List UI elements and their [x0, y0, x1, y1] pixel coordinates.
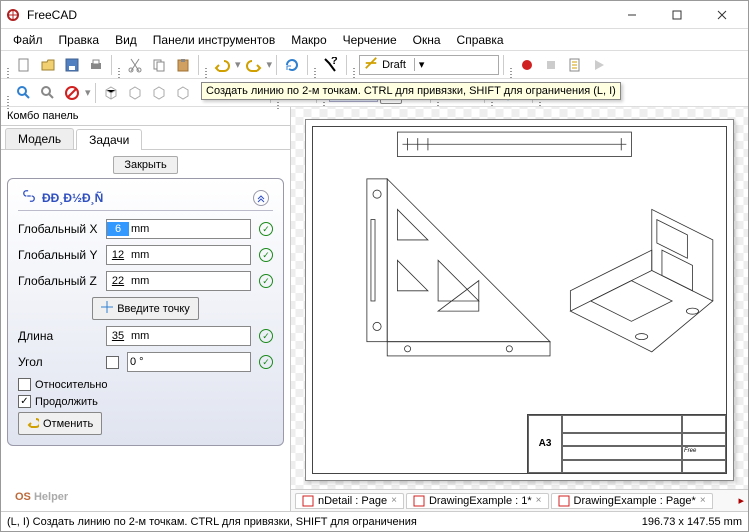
watermark: OS Helper	[15, 479, 68, 507]
view-front-button[interactable]	[124, 82, 146, 104]
menu-windows[interactable]: Окна	[405, 31, 449, 49]
close-button[interactable]	[699, 1, 744, 28]
check-icon[interactable]: ✓	[259, 222, 273, 236]
label-global-y: Глобальный Y	[18, 248, 102, 262]
save-button[interactable]	[61, 54, 83, 76]
menu-toolbars[interactable]: Панели инструментов	[145, 31, 283, 49]
maximize-button[interactable]	[654, 1, 699, 28]
combo-tabs: Модель Задачи	[1, 126, 290, 150]
paste-button[interactable]	[172, 54, 194, 76]
status-message: (L, I) Создать линию по 2-м точкам. CTRL…	[7, 516, 642, 528]
tabs-scroll-icon[interactable]: ▸	[738, 494, 744, 507]
label-global-x: Глобальный X	[18, 222, 102, 236]
app-icon	[5, 7, 21, 23]
menu-view[interactable]: Вид	[107, 31, 145, 49]
redo-button[interactable]	[243, 54, 265, 76]
workbench-label: Draft	[382, 59, 406, 71]
doctab-2[interactable]: DrawingExample : 1*×	[406, 493, 549, 509]
view-iso-button[interactable]	[100, 82, 122, 104]
angle-lock-checkbox[interactable]	[106, 356, 119, 369]
combo-title: Комбо панель	[1, 107, 290, 126]
check-icon[interactable]: ✓	[259, 355, 273, 369]
input-global-x[interactable]: 6mm	[106, 219, 251, 239]
input-angle[interactable]: 0 °	[127, 352, 251, 372]
close-tab-icon[interactable]: ×	[536, 495, 542, 506]
macro-stop-button[interactable]	[540, 54, 562, 76]
doctab-1[interactable]: nDetail : Page×	[295, 493, 404, 509]
task-close-button[interactable]: Закрыть	[113, 156, 177, 174]
main-area: Комбо панель Модель Задачи Закрыть ÐÐ¸Ð½…	[1, 107, 748, 511]
tooltip: Создать линию по 2-м точкам. CTRL для пр…	[201, 82, 621, 100]
toolbar-file: ▾ ▾ ? Draft ▾	[1, 51, 748, 79]
help-button[interactable]: ?	[320, 54, 342, 76]
task-title: ÐÐ¸Ð½Ð¸Ñ	[42, 191, 253, 205]
relative-checkbox[interactable]	[18, 378, 31, 391]
check-icon[interactable]: ✓	[259, 329, 273, 343]
macro-record-button[interactable]	[516, 54, 538, 76]
toolbar-view: ▾ ▾ Auto » ▾ » » » Создать линию по 2-м …	[1, 79, 748, 107]
copy-button[interactable]	[148, 54, 170, 76]
label-angle: Угол	[18, 355, 102, 369]
task-body: Закрыть ÐÐ¸Ð½Ð¸Ñ Глобальный X 6mm ✓ Глоб…	[1, 150, 290, 511]
view-right-button[interactable]	[172, 82, 194, 104]
status-coords: 196.73 x 147.55 mm	[642, 516, 742, 528]
continue-label: Продолжить	[35, 396, 98, 408]
zoom-select-button[interactable]	[37, 82, 59, 104]
close-tab-icon[interactable]: ×	[391, 495, 397, 506]
open-button[interactable]	[37, 54, 59, 76]
menu-drawing[interactable]: Черчение	[335, 31, 405, 49]
print-button[interactable]	[85, 54, 107, 76]
menubar: Файл Правка Вид Панели инструментов Макр…	[1, 29, 748, 51]
label-global-z: Глобальный Z	[18, 274, 102, 288]
no-entry-icon[interactable]	[61, 82, 83, 104]
label-length: Длина	[18, 329, 102, 343]
input-global-y[interactable]: 12mm	[106, 245, 251, 265]
statusbar: (L, I) Создать линию по 2-м точкам. CTRL…	[1, 511, 748, 531]
close-tab-icon[interactable]: ×	[700, 495, 706, 506]
enter-point-button[interactable]: Введите точку	[92, 297, 199, 320]
zoom-fit-button[interactable]	[13, 82, 35, 104]
draft-icon	[364, 56, 378, 73]
workbench-selector[interactable]: Draft ▾	[359, 55, 499, 75]
document-tabs: nDetail : Page× DrawingExample : 1*× Dra…	[291, 489, 748, 511]
menu-file[interactable]: Файл	[5, 31, 51, 49]
macro-list-button[interactable]	[564, 54, 586, 76]
drawing-sheet: A3 Free	[305, 119, 734, 481]
doctab-3[interactable]: DrawingExample : Page*×	[551, 493, 713, 509]
drawing-content	[316, 128, 723, 433]
svg-text:?: ?	[331, 57, 338, 67]
new-button[interactable]	[13, 54, 35, 76]
menu-macro[interactable]: Макро	[283, 31, 334, 49]
menu-edit[interactable]: Правка	[51, 31, 108, 49]
task-panel: ÐÐ¸Ð½Ð¸Ñ Глобальный X 6mm ✓ Глобальный Y…	[7, 178, 284, 446]
title-block: A3 Free	[527, 414, 727, 474]
drawing-viewport[interactable]: A3 Free nDetail : Page× DrawingExample :…	[291, 107, 748, 511]
check-icon[interactable]: ✓	[259, 274, 273, 288]
menu-help[interactable]: Справка	[449, 31, 512, 49]
undo-icon	[27, 416, 39, 431]
tab-tasks[interactable]: Задачи	[76, 129, 142, 150]
cancel-button[interactable]: Отменить	[18, 412, 102, 435]
check-icon[interactable]: ✓	[259, 248, 273, 262]
input-length[interactable]: 35mm	[106, 326, 251, 346]
refresh-button[interactable]	[281, 54, 303, 76]
point-icon	[101, 301, 113, 316]
link-icon	[22, 189, 36, 206]
combo-panel: Комбо панель Модель Задачи Закрыть ÐÐ¸Ð½…	[1, 107, 291, 511]
titlebar: FreeCAD	[1, 1, 748, 29]
macro-play-button[interactable]	[588, 54, 610, 76]
paper-size: A3	[528, 415, 562, 473]
window-title: FreeCAD	[27, 8, 609, 22]
continue-checkbox[interactable]: ✓	[18, 395, 31, 408]
minimize-button[interactable]	[609, 1, 654, 28]
tab-model[interactable]: Модель	[5, 128, 74, 149]
view-top-button[interactable]	[148, 82, 170, 104]
input-global-z[interactable]: 22mm	[106, 271, 251, 291]
collapse-icon[interactable]	[253, 190, 269, 206]
cut-button[interactable]	[124, 54, 146, 76]
undo-button[interactable]	[211, 54, 233, 76]
relative-label: Относительно	[35, 379, 107, 391]
